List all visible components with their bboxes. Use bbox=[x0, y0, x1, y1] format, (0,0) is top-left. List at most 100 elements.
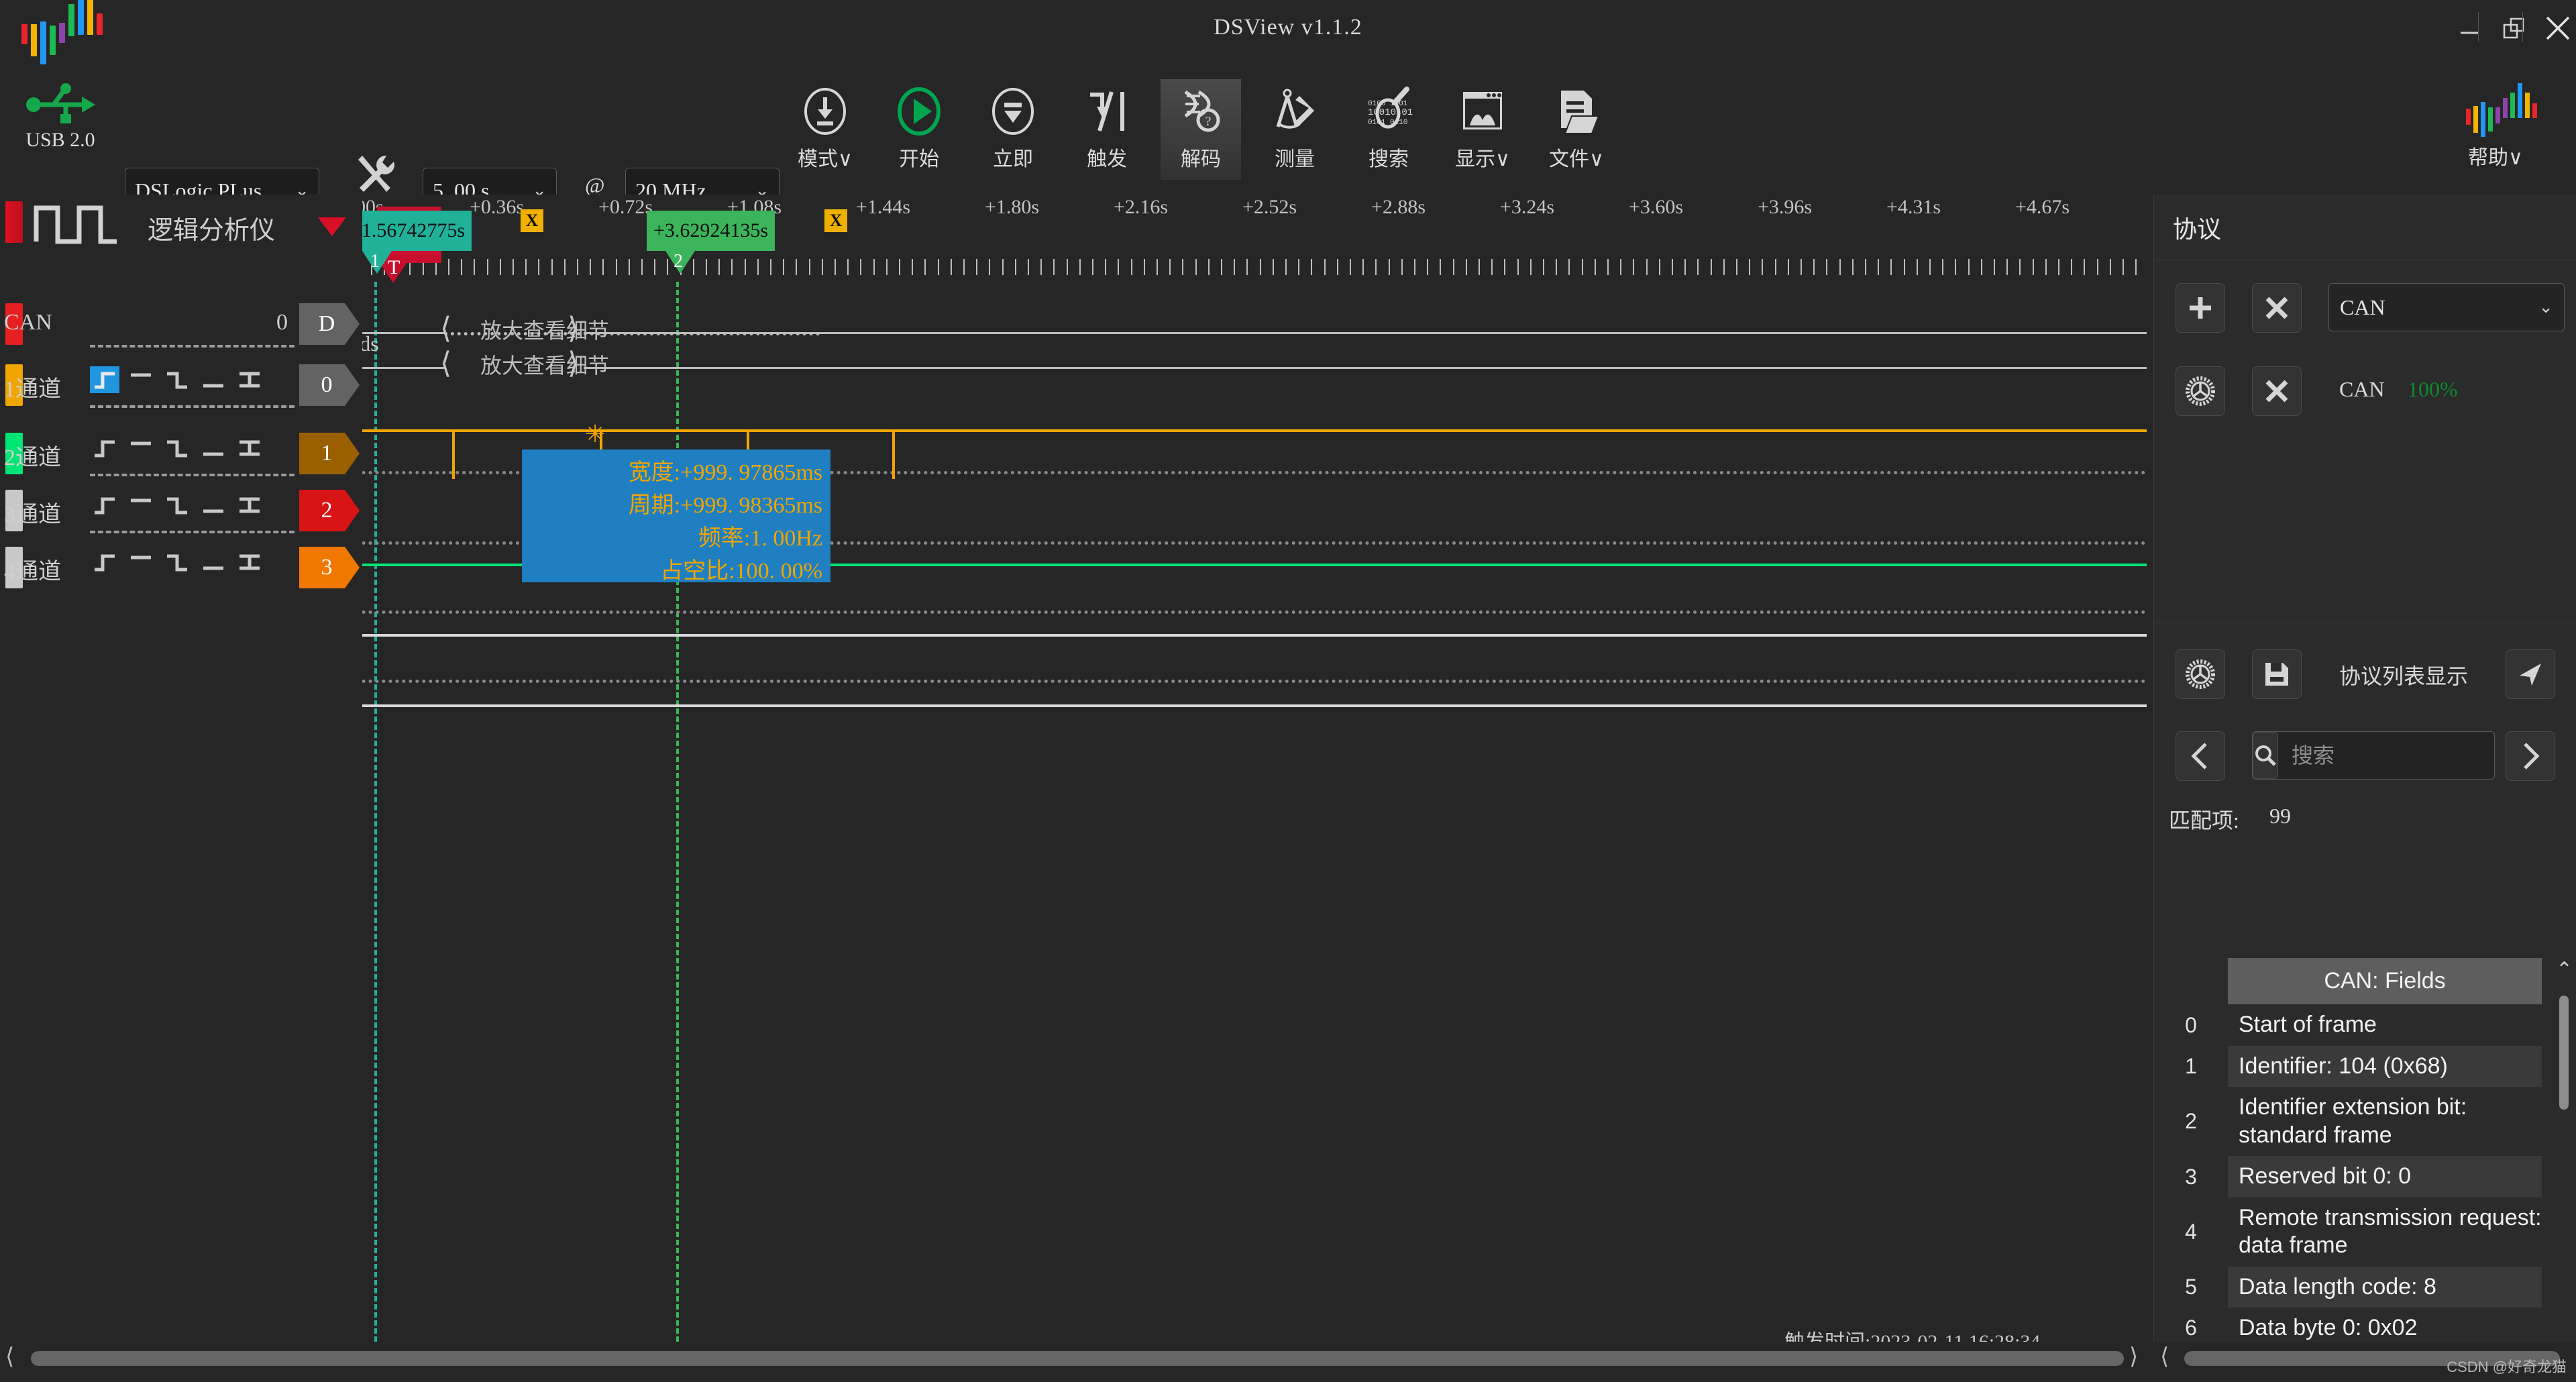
ruler-minor-tick bbox=[1762, 259, 1764, 275]
timeline-ruler[interactable]: 00s +0.36s +0.72s +1.08s +1.44s +1.80s +… bbox=[362, 195, 2147, 275]
edge-high-icon[interactable] bbox=[126, 492, 156, 519]
add-decoder-button[interactable] bbox=[2176, 283, 2225, 333]
edge-both-icon[interactable] bbox=[235, 435, 264, 462]
minimize-icon[interactable] bbox=[2449, 9, 2490, 47]
decoder-bar-right bbox=[584, 332, 2147, 334]
decoder-settings-button[interactable] bbox=[2176, 366, 2225, 416]
search-icon[interactable] bbox=[2253, 732, 2278, 779]
scroll-up-icon[interactable]: ⌃ bbox=[2556, 958, 2573, 981]
edge-falling-icon[interactable] bbox=[162, 366, 192, 393]
row-tag-ch1[interactable]: 0 bbox=[299, 364, 360, 406]
edge-low-icon[interactable] bbox=[199, 366, 228, 393]
list-item-text: Data length code: 8 bbox=[2228, 1266, 2542, 1308]
hscroll-right-icon[interactable]: ⟩ bbox=[2129, 1343, 2138, 1370]
prev-match-button[interactable] bbox=[2176, 731, 2225, 781]
list-item[interactable]: 0 Start of frame bbox=[2154, 1004, 2576, 1045]
cursor-2-flag[interactable]: +3.62924135s bbox=[647, 211, 775, 251]
wave-view[interactable]: 00s +0.36s +0.72s +1.08s +1.44s +1.80s +… bbox=[362, 195, 2147, 1342]
decode-button[interactable]: ? 解码 bbox=[1161, 79, 1241, 180]
row-tag-ch4[interactable]: 3 bbox=[299, 547, 360, 588]
search-label: 搜索 bbox=[1368, 148, 1409, 170]
ruler-minor-tick bbox=[1736, 259, 1737, 275]
list-item[interactable]: 1 Identifier: 104 (0x68) bbox=[2154, 1045, 2576, 1087]
wave-hscrollbar[interactable] bbox=[31, 1351, 2124, 1366]
cursor-2-close-icon[interactable]: X bbox=[824, 209, 847, 232]
decoder-expand-icon[interactable] bbox=[362, 286, 365, 303]
protocol-panel-title: 协议 bbox=[2154, 195, 2576, 260]
measure-freq-value: 1. 00Hz bbox=[750, 526, 822, 551]
mode-button[interactable]: 模式∨ bbox=[785, 79, 865, 180]
edge-low-icon[interactable] bbox=[199, 435, 228, 462]
row-tag-can[interactable]: D bbox=[299, 303, 360, 345]
scrollbar-thumb[interactable] bbox=[2559, 996, 2569, 1110]
trigger-button[interactable]: 触发 bbox=[1067, 79, 1147, 180]
file-button[interactable]: 文件∨ bbox=[1536, 79, 1617, 180]
list-item[interactable]: 3 Reserved bit 0: 0 bbox=[2154, 1156, 2576, 1198]
close-icon[interactable] bbox=[2537, 9, 2576, 47]
protocol-list[interactable]: CAN: Fields 0 Start of frame 1 Identifie… bbox=[2154, 958, 2576, 1382]
row-tag-ch3[interactable]: 2 bbox=[299, 490, 360, 531]
cursor-1-flag[interactable]: +1.56742775s bbox=[362, 211, 472, 251]
edge-falling-icon[interactable] bbox=[162, 492, 192, 519]
search-field-wrapper[interactable] bbox=[2252, 731, 2573, 780]
cursor-1-close-icon[interactable]: X bbox=[521, 209, 543, 232]
ruler-minor-tick bbox=[1491, 259, 1493, 275]
ruler-minor-tick bbox=[885, 259, 888, 275]
ruler-minor-tick bbox=[1787, 259, 1789, 275]
edge-both-icon[interactable] bbox=[235, 366, 264, 393]
measure-button[interactable]: 测量 bbox=[1254, 79, 1335, 180]
edge-rising-icon[interactable] bbox=[90, 492, 119, 519]
edge-high-icon[interactable] bbox=[126, 549, 156, 576]
edge-rising-icon[interactable] bbox=[90, 549, 119, 576]
ruler-minor-tick bbox=[2058, 259, 2059, 275]
ruler-minor-tick bbox=[937, 259, 939, 275]
decoder-bar-right bbox=[584, 367, 2147, 369]
ruler-minor-tick bbox=[1414, 259, 1415, 275]
search-button[interactable]: 0100 1001 10010 01 0101 0110 搜索 bbox=[1348, 79, 1429, 180]
list-settings-button[interactable] bbox=[2176, 649, 2225, 699]
list-item[interactable]: 4 Remote transmission request: data fram… bbox=[2154, 1198, 2576, 1267]
ruler-minor-tick bbox=[1118, 259, 1120, 275]
row-tag-ch2[interactable]: 1 bbox=[299, 433, 360, 474]
protocol-list-scrollbar[interactable]: ⌃ ⌄ bbox=[2555, 958, 2573, 1382]
list-item[interactable]: 2 Identifier extension bit: standard fra… bbox=[2154, 1087, 2576, 1156]
cursor-2-line bbox=[676, 282, 679, 1342]
maximize-icon[interactable] bbox=[2493, 9, 2534, 47]
measure-duty-value: 100. 00% bbox=[735, 559, 822, 584]
ruler-minor-tick bbox=[1543, 259, 1544, 275]
edge-both-icon[interactable] bbox=[235, 492, 264, 519]
edge-rising-icon[interactable] bbox=[90, 366, 119, 393]
save-list-button[interactable] bbox=[2252, 649, 2302, 699]
list-item[interactable]: 5 Data length code: 8 bbox=[2154, 1266, 2576, 1308]
instant-icon bbox=[986, 85, 1040, 138]
matches-count: 99 bbox=[2269, 804, 2291, 828]
collapse-chevron-icon[interactable] bbox=[317, 215, 347, 237]
edge-rising-icon[interactable] bbox=[90, 435, 119, 462]
edge-low-icon[interactable] bbox=[199, 549, 228, 576]
ruler-minor-tick bbox=[1813, 259, 1815, 275]
display-button[interactable]: 显示∨ bbox=[1442, 79, 1523, 180]
edge-low-icon[interactable] bbox=[199, 492, 228, 519]
edge-high-icon[interactable] bbox=[126, 435, 156, 462]
delete-decoder-button[interactable] bbox=[2252, 366, 2302, 416]
ruler-minor-tick bbox=[1723, 259, 1725, 275]
file-icon bbox=[1550, 85, 1603, 138]
remove-all-decoders-button[interactable] bbox=[2252, 283, 2302, 333]
help-button[interactable]: 帮助∨ bbox=[2442, 79, 2549, 170]
edge-both-icon[interactable] bbox=[235, 549, 264, 576]
cursor-1-label: +1.56742775s bbox=[362, 219, 466, 242]
next-match-button[interactable] bbox=[2506, 731, 2555, 781]
edge-high-icon[interactable] bbox=[126, 366, 156, 393]
instant-button[interactable]: 立即 bbox=[973, 79, 1053, 180]
chevron-left-icon: ⟨ bbox=[440, 347, 452, 380]
start-button[interactable]: 开始 bbox=[879, 79, 959, 180]
hscroll-left-icon[interactable]: ⟨ bbox=[5, 1343, 14, 1370]
ruler-minor-tick bbox=[551, 259, 553, 275]
ruler-minor-tick bbox=[1311, 259, 1313, 275]
navigate-button[interactable] bbox=[2506, 649, 2555, 699]
panel-hscroll-left-icon[interactable]: ⟨ bbox=[2160, 1343, 2169, 1370]
protocol-select[interactable]: CAN ⌄ bbox=[2328, 283, 2565, 331]
protocol-panel: 协议 CAN ⌄ CAN 100% 协议列表显示 搜索 匹配项: 99 CAN:… bbox=[2153, 195, 2576, 1382]
edge-falling-icon[interactable] bbox=[162, 435, 192, 462]
edge-falling-icon[interactable] bbox=[162, 549, 192, 576]
